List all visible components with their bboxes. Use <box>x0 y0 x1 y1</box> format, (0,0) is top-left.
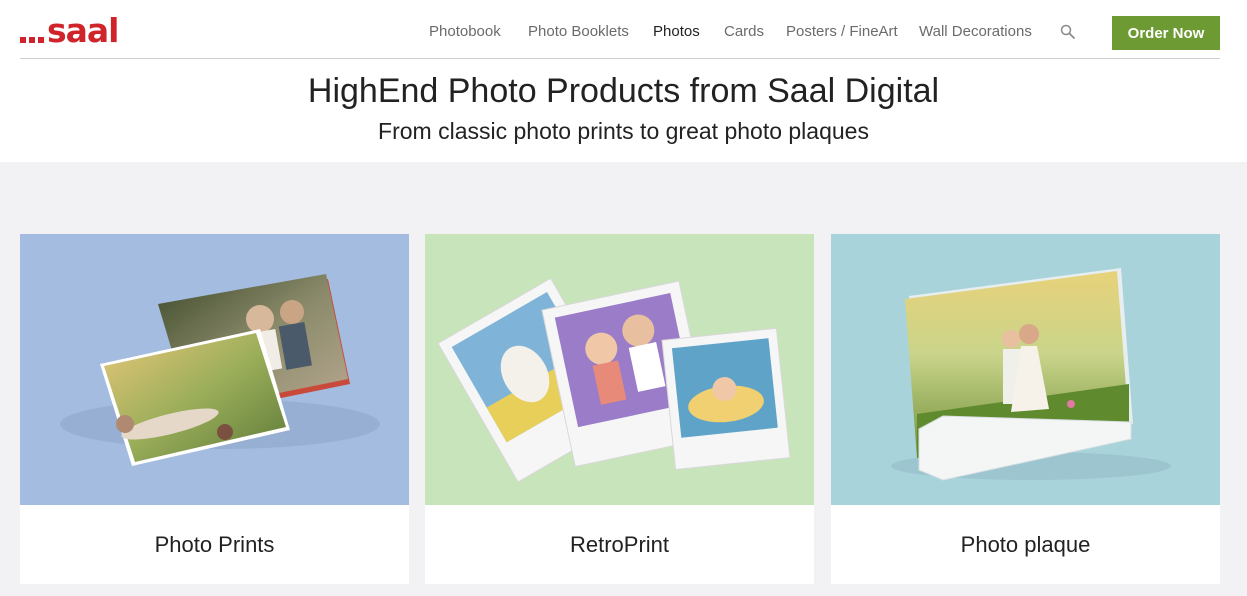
logo-text: saal <box>47 11 119 50</box>
nav-posters-fineart[interactable]: Posters / FineArt <box>786 22 898 42</box>
page-title: HighEnd Photo Products from Saal Digital <box>307 72 940 110</box>
nav-photo-booklets[interactable]: Photo Booklets <box>528 22 629 42</box>
site-header: saal Photobook Photo Booklets Photos Car… <box>0 0 1247 60</box>
photo-prints-image <box>20 234 409 505</box>
card-label-retroprint: RetroPrint <box>569 532 670 557</box>
retroprint-image <box>425 234 814 505</box>
product-card-retroprint[interactable]: RetroPrint <box>425 234 814 584</box>
card-label-photo-plaque: Photo plaque <box>960 532 1091 557</box>
logo-dots <box>20 37 44 43</box>
nav-cards[interactable]: Cards <box>724 22 764 42</box>
saal-logo[interactable]: saal <box>20 12 119 48</box>
search-icon[interactable] <box>1060 24 1076 40</box>
card-label-photo-prints: Photo Prints <box>154 532 275 557</box>
header-divider <box>20 58 1220 59</box>
nav-photos[interactable]: Photos <box>653 22 700 42</box>
order-now-button[interactable]: Order Now <box>1112 16 1220 50</box>
product-card-photo-plaque[interactable]: Photo plaque <box>831 234 1220 584</box>
nav-photobook[interactable]: Photobook <box>429 22 501 42</box>
products-section: Photo Prints RetroPrint Photo plaque <box>0 162 1247 596</box>
photo-plaque-image <box>831 234 1220 505</box>
page-subtitle: From classic photo prints to great photo… <box>378 118 869 144</box>
nav-wall-decorations[interactable]: Wall Decorations <box>919 22 1032 42</box>
product-card-photo-prints[interactable]: Photo Prints <box>20 234 409 584</box>
